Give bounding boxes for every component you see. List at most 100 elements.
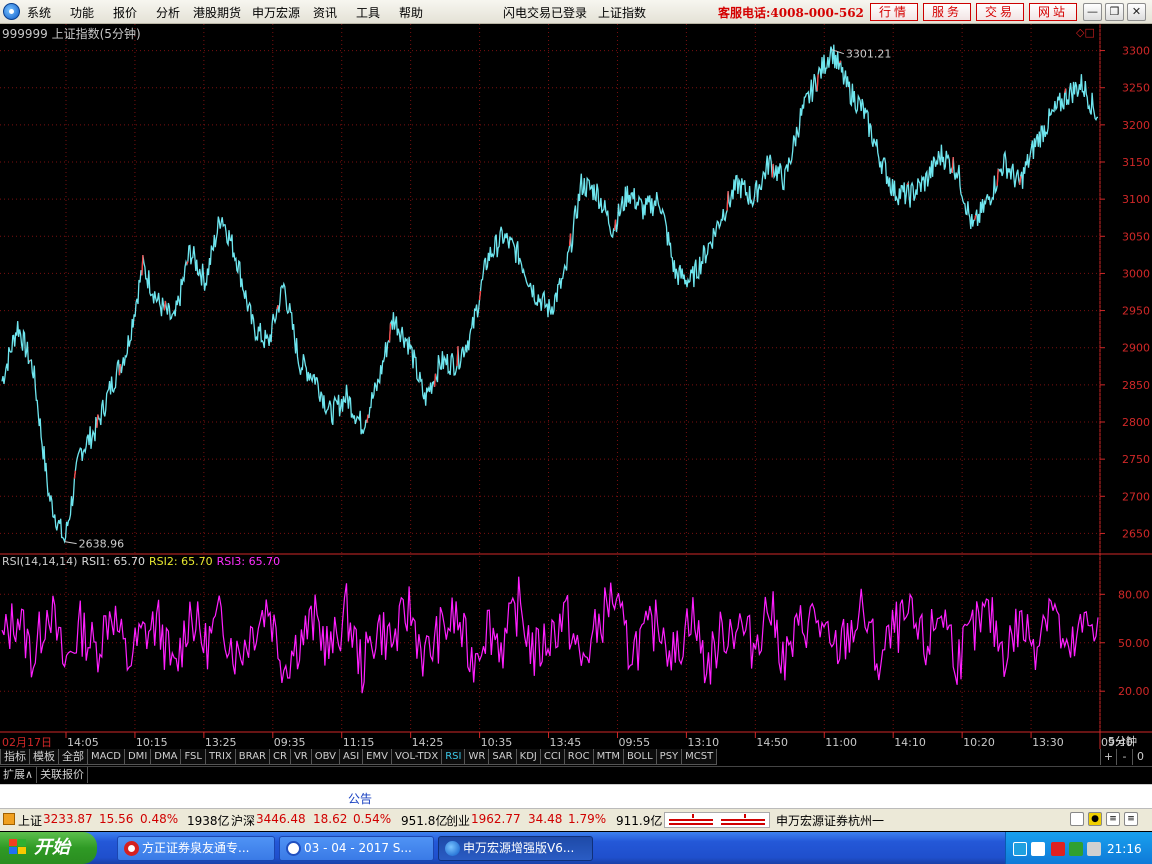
indicator-tab-mtm[interactable]: MTM [592, 749, 624, 765]
menu-tools[interactable]: 工具 [356, 4, 380, 21]
price-tick-label: 3100 [1122, 193, 1150, 206]
index-icon[interactable] [3, 813, 15, 825]
menu-quote[interactable]: 报价 [113, 4, 137, 21]
notice-link[interactable]: 公告 [348, 790, 372, 807]
price-chart[interactable]: 14:05 10:15 13:25 09:35 11:15 14:25 10:35 13:45… [0, 24, 1152, 749]
cy-pct: 1.79% [568, 812, 607, 826]
settings-icon[interactable]: ≡ [1124, 812, 1138, 826]
close-icon[interactable]: ✕ [1127, 3, 1146, 21]
price-tick-label: 3200 [1122, 119, 1150, 132]
service-button[interactable]: 服务 [923, 3, 971, 21]
chart-corner-icons[interactable]: ◇□ [1076, 26, 1095, 39]
hs-change: 18.62 [313, 812, 348, 826]
indicator-tab-wr[interactable]: WR [464, 749, 490, 765]
message-icon[interactable] [1070, 812, 1084, 826]
hs-pct: 0.54% [353, 812, 392, 826]
indicator-tab-fsl[interactable]: FSL [180, 749, 206, 765]
indicator-tab-asi[interactable]: ASI [339, 749, 364, 765]
menu-swhy[interactable]: 申万宏源 [252, 4, 300, 21]
up-tick-segment [771, 163, 774, 178]
market-button[interactable]: 行情 [870, 3, 918, 21]
related-quote-tab[interactable]: 关联报价 [37, 767, 89, 783]
app-logo-icon[interactable] [3, 3, 20, 20]
menu-analysis[interactable]: 分析 [156, 4, 180, 21]
time-tick-label: 11:15 [343, 736, 375, 749]
up-tick-segment [433, 373, 437, 387]
indicator-tab-trix[interactable]: TRIX [204, 749, 236, 765]
hs-name: 沪深 [231, 814, 256, 828]
trade-button[interactable]: 交易 [976, 3, 1024, 21]
indicator-tab-obv[interactable]: OBV [310, 749, 340, 765]
website-button[interactable]: 网站 [1029, 3, 1077, 21]
price-tick-label: 3000 [1122, 267, 1150, 280]
indicator-tab-roc[interactable]: ROC [563, 749, 594, 765]
expand-tab[interactable]: 扩展∧ [0, 767, 38, 783]
rsi-tick-label: 80.00 [1118, 588, 1150, 601]
zoom-in-button[interactable]: + [1100, 749, 1116, 765]
reset-button[interactable]: 0 [1132, 749, 1148, 765]
zoom-out-button[interactable]: - [1116, 749, 1132, 765]
rsi1-value: RSI1: 65.70 [81, 555, 145, 568]
indicator-tab-cr[interactable]: CR [269, 749, 291, 765]
rsi-tick-label: 20.00 [1118, 685, 1150, 698]
indicator-tab-kdj[interactable]: KDJ [515, 749, 541, 765]
indicator-tab-cci[interactable]: CCI [539, 749, 565, 765]
menu-help[interactable]: 帮助 [399, 4, 423, 21]
min-label: 2638.96 [79, 538, 125, 551]
time-tick-label: 11:00 [825, 736, 857, 749]
indicator-tab-rsi[interactable]: RSI [441, 749, 466, 765]
indicator-tab-emv[interactable]: EMV [362, 749, 392, 765]
indicator-tab--[interactable]: 指标 [0, 749, 30, 765]
indicator-tab-boll[interactable]: BOLL [622, 749, 657, 765]
indicator-tab-row: 指标 模板 全部 MACD DMI DMA FSL TRIX BRAR CR VR OBV ASI EMV… [0, 749, 1100, 766]
lock-icon[interactable]: ● [1088, 812, 1102, 826]
time-tick-label: 09:35 [274, 736, 306, 749]
price-tick-label: 2900 [1122, 342, 1150, 355]
task-label: 申万宏源增强版V6... [463, 841, 575, 855]
time-tick-label: 10:35 [481, 736, 513, 749]
task-fangzheng[interactable]: 方正证券泉友通专... [117, 836, 275, 861]
volume-icon[interactable] [1087, 842, 1101, 856]
tray-expand-icon[interactable] [1013, 842, 1027, 856]
indicator-tab-mcst[interactable]: MCST [681, 749, 718, 765]
indicator-tab-vol-tdx[interactable]: VOL-TDX [390, 749, 443, 765]
price-line [1, 44, 1098, 544]
menu-hk-futures[interactable]: 港股期货 [193, 4, 241, 21]
up-tick-segment [29, 359, 31, 362]
market-breadth-bars[interactable] [664, 812, 770, 828]
menu-system[interactable]: 系统 [27, 4, 51, 21]
up-tick-segment [141, 255, 144, 276]
indicator-tab-brar[interactable]: BRAR [234, 749, 270, 765]
extension-row: 扩展∧ 关联报价 [0, 766, 1152, 783]
rsi2-value: RSI2: 65.70 [149, 555, 213, 568]
indicator-tab-dmi[interactable]: DMI [123, 749, 152, 765]
time-tick-label: 13:25 [205, 736, 237, 749]
restore-icon[interactable]: ❐ [1105, 3, 1124, 21]
indicator-tab-sar[interactable]: SAR [488, 749, 517, 765]
indicator-tab-psy[interactable]: PSY [655, 749, 683, 765]
period-tag[interactable]: 5分钟 [1108, 733, 1137, 749]
price-tick-label: 2700 [1122, 490, 1150, 503]
input-method-icon[interactable] [1051, 842, 1065, 856]
menu-news[interactable]: 资讯 [313, 4, 337, 21]
sh-value: 3233.87 [43, 812, 93, 826]
task-screenshot[interactable]: 03 - 04 - 2017 S... [279, 836, 434, 861]
cy-name: 创业 [446, 814, 471, 828]
network-icon[interactable] [1031, 842, 1045, 856]
windows-logo-icon [9, 839, 27, 856]
up-tick-segment [96, 414, 99, 428]
time-tick-label: 09:55 [618, 736, 650, 749]
fangzheng-app-icon [124, 841, 139, 856]
indicator-tab-vr[interactable]: VR [289, 749, 312, 765]
security-icon[interactable] [1069, 842, 1083, 856]
task-swhy[interactable]: 申万宏源增强版V6... [438, 836, 593, 861]
minimize-icon[interactable]: — [1083, 3, 1102, 21]
indicator-tab-macd[interactable]: MACD [87, 749, 125, 765]
menu-function[interactable]: 功能 [70, 4, 94, 21]
indicator-tab--[interactable]: 模板 [29, 749, 59, 765]
rsi-line [1, 576, 1099, 694]
indicator-tab-dma[interactable]: DMA [150, 749, 182, 765]
notes-icon[interactable]: ≡ [1106, 812, 1120, 826]
viewer-app-icon [286, 841, 301, 856]
indicator-tab--[interactable]: 全部 [58, 749, 88, 765]
